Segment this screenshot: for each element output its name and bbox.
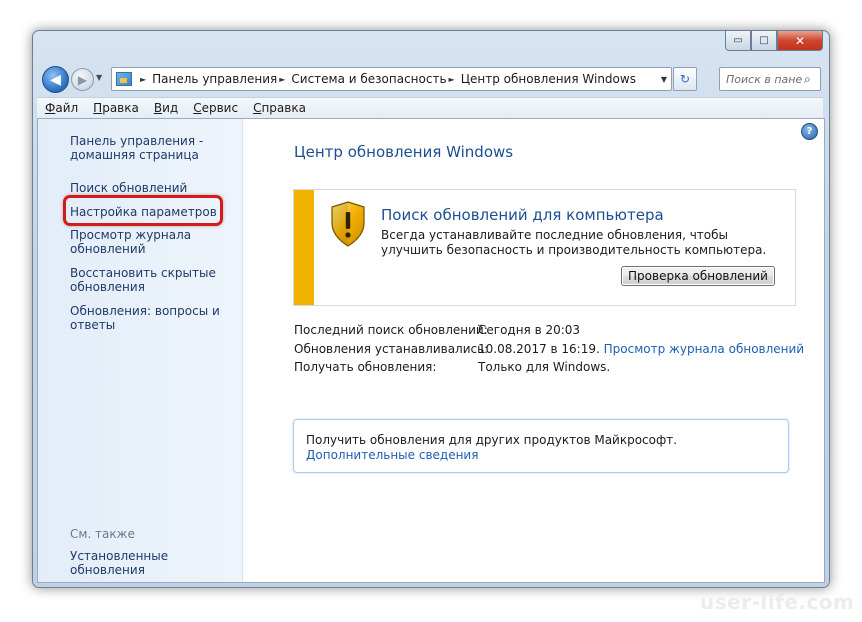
- menu-view-label: ид: [162, 101, 179, 115]
- sidebar-item-faq[interactable]: Обновления: вопросы и ответы: [70, 304, 230, 332]
- menu-view-accesskey: В: [153, 101, 163, 115]
- last-check-value: Сегодня в 20:03: [478, 323, 581, 337]
- sidebar-item-view-history[interactable]: Просмотр журнала обновлений: [70, 228, 230, 256]
- forward-button[interactable]: ▶: [71, 68, 94, 91]
- breadcrumb-separator-icon[interactable]: ►: [449, 75, 455, 84]
- menu-help-label: правка: [261, 101, 306, 115]
- control-panel-icon: [116, 72, 132, 86]
- help-icon[interactable]: ?: [801, 123, 818, 140]
- last-check-label: Последний поиск обновлений:: [294, 323, 488, 337]
- close-button[interactable]: ✕: [777, 31, 823, 51]
- control-panel-window: ▭ □ ✕ ◀ ▶ ▼ ► Панель управления ► Систем…: [32, 30, 830, 588]
- notice-text: Получить обновления для других продуктов…: [306, 433, 678, 447]
- update-status-panel: Поиск обновлений для компьютера Всегда у…: [293, 189, 796, 306]
- highlight-frame: [63, 195, 223, 226]
- address-bar[interactable]: ► Панель управления ► Система и безопасн…: [111, 67, 672, 91]
- breadcrumb-separator-icon[interactable]: ►: [279, 75, 285, 84]
- recent-pages-dropdown[interactable]: ▼: [96, 73, 102, 82]
- search-input[interactable]: [726, 72, 802, 86]
- sidebar-item-check-updates[interactable]: Поиск обновлений: [70, 181, 230, 195]
- more-info-link[interactable]: Дополнительные сведения: [306, 448, 478, 462]
- receive-updates-value: Только для Windows.: [478, 360, 611, 374]
- refresh-button[interactable]: ↻: [673, 67, 697, 91]
- last-install-value: 10.08.2017 в 16:19.: [478, 342, 600, 356]
- sidebar-home-link[interactable]: Панель управления - домашняя страница: [70, 134, 230, 162]
- receive-updates-label: Получать обновления:: [294, 360, 437, 374]
- menu-help[interactable]: Справка: [245, 101, 313, 115]
- page-title: Центр обновления Windows: [294, 143, 514, 161]
- search-box[interactable]: ⌕: [719, 67, 821, 91]
- last-install-row: 10.08.2017 в 16:19. Просмотр журнала обн…: [478, 342, 804, 356]
- address-dropdown-icon[interactable]: ▼: [661, 75, 667, 84]
- back-button[interactable]: ◀: [42, 66, 69, 93]
- minimize-button[interactable]: ▭: [725, 31, 751, 51]
- breadcrumb-system-security[interactable]: Система и безопасность: [291, 72, 446, 86]
- menu-file-label: айл: [55, 101, 79, 115]
- breadcrumb-separator-icon[interactable]: ►: [140, 75, 146, 84]
- menu-edit-accesskey: П: [93, 101, 103, 115]
- warning-shield-icon: [331, 201, 365, 247]
- see-also-label: См. также: [70, 527, 135, 541]
- maximize-button[interactable]: □: [751, 31, 777, 51]
- breadcrumb-control-panel[interactable]: Панель управления: [152, 72, 277, 86]
- menu-tools-label: ервис: [201, 101, 239, 115]
- caption-buttons: ▭ □ ✕: [725, 31, 823, 51]
- menu-bar: Файл Правка Вид Сервис Справка: [37, 97, 823, 118]
- status-stripe: [294, 190, 314, 305]
- menu-view[interactable]: Вид: [146, 101, 185, 115]
- search-icon[interactable]: ⌕: [804, 72, 811, 87]
- last-install-label: Обновления устанавливались:: [294, 342, 489, 356]
- watermark: user-life.com: [700, 590, 855, 614]
- sidebar: Панель управления - домашняя страница По…: [38, 119, 243, 582]
- menu-tools-accesskey: С: [193, 101, 202, 115]
- sidebar-item-restore-hidden[interactable]: Восстановить скрытые обновления: [70, 266, 230, 294]
- menu-file[interactable]: Файл: [37, 101, 85, 115]
- microsoft-update-notice: Получить обновления для других продуктов…: [293, 419, 789, 473]
- status-text: Всегда устанавливайте последние обновлен…: [381, 228, 767, 257]
- menu-file-accesskey: Ф: [45, 101, 56, 115]
- content-area: Панель управления - домашняя страница По…: [37, 118, 825, 583]
- view-history-link[interactable]: Просмотр журнала обновлений: [604, 342, 804, 356]
- menu-edit-label: равка: [102, 101, 139, 115]
- sidebar-item-installed-updates[interactable]: Установленные обновления: [70, 549, 230, 577]
- check-updates-button[interactable]: Проверка обновлений: [621, 266, 775, 286]
- menu-tools[interactable]: Сервис: [185, 101, 245, 115]
- breadcrumb-windows-update[interactable]: Центр обновления Windows: [461, 72, 636, 86]
- status-title: Поиск обновлений для компьютера: [381, 206, 664, 224]
- menu-edit[interactable]: Правка: [85, 101, 146, 115]
